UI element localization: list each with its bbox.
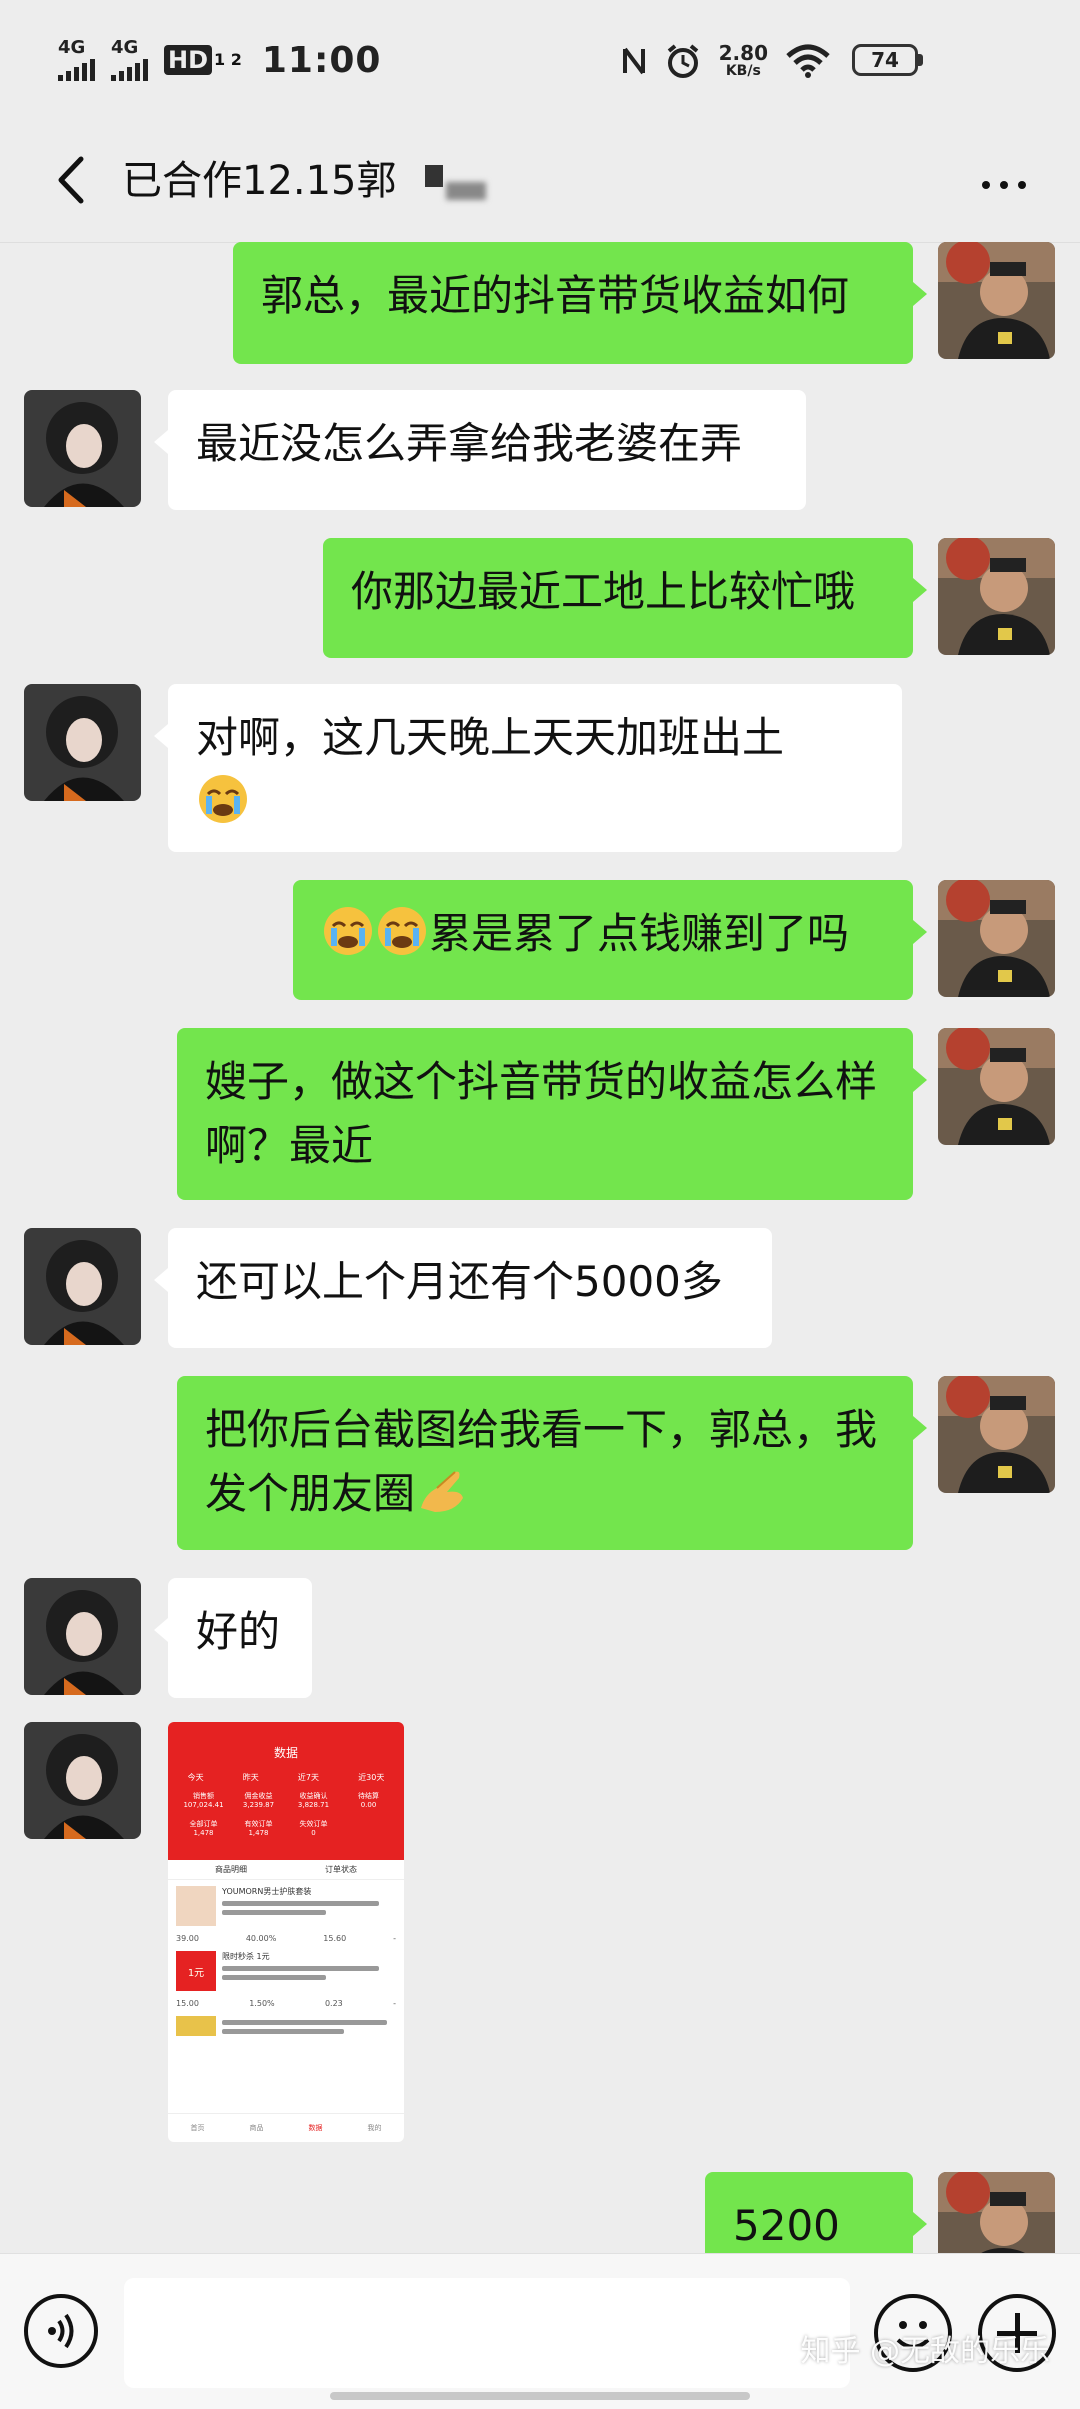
more-options-button[interactable] [964,160,1044,210]
back-button[interactable] [40,145,100,215]
message-text: 把你后台截图给我看一下，郭总，我发个朋友圈 [205,1405,878,1518]
screenshot-nav: 首页 商品 数据 我的 [168,2113,404,2142]
chat-title: 已合作12.15郭 [122,158,397,204]
message-input[interactable] [124,2278,850,2388]
status-bar: 4G 4G HD 1 2 11:00 2.80 KB/s 74 [0,0,1080,120]
avatar-contact[interactable] [24,1722,141,1839]
message-bubble-received[interactable]: 好的 [154,1578,312,1698]
image-message-screenshot[interactable]: 数据 今天 昨天 近7天 近30天 销售额 107,024.41 佣金收益 3,23… [168,1722,404,2142]
redacted-name-mark [425,165,443,187]
nfc-icon [622,47,645,75]
signal-sim2-icon: 4G [111,39,148,81]
chat-header: 已合作12.15郭 [0,120,1080,243]
message-bubble-sent[interactable]: 嫂子，做这个抖音带货的收益怎么样啊？最近 [177,1028,927,1200]
battery-level: 74 [857,48,913,72]
message-bubble-sent[interactable]: 郭总，最近的抖音带货收益如何 [233,242,927,364]
back-arrow-icon [58,156,84,204]
screenshot-header: 数据 今天 昨天 近7天 近30天 销售额 107,024.41 佣金收益 3,23… [168,1722,404,1860]
avatar-self[interactable] [938,1028,1055,1145]
stat-cell: 全部订单 1,478 [189,1820,218,1837]
avatar-self[interactable] [938,538,1055,655]
screenshot-list-tab: 商品明细 [215,1865,247,1874]
loudly-crying-emoji [324,907,372,955]
screenshot-tab: 近7天 [297,1773,320,1782]
message-text: 5200 [733,2201,840,2250]
message-bubble-received[interactable]: 对啊，这几天晚上天天加班出土 [154,684,902,852]
network-speed: 2.80 KB/s [718,41,768,79]
message-bubble-sent[interactable]: 你那边最近工地上比较忙哦 [323,538,927,658]
screenshot-tab: 今天 [187,1773,204,1782]
message-text: 嫂子，做这个抖音带货的收益怎么样啊？最近 [205,1057,878,1170]
message-bubble-sent[interactable]: 累是累了点钱赚到了吗 [293,880,927,1000]
message-bubble-received[interactable]: 最近没怎么弄拿给我老婆在弄 [154,390,806,510]
avatar-self[interactable] [938,242,1055,359]
stat-cell: 待结算 0.00 [358,1792,379,1809]
screenshot-title: 数据 [273,1746,298,1760]
redacted-name-blur [446,182,486,200]
avatar-contact[interactable] [24,684,141,801]
battery-icon: 74 [852,44,923,76]
message-text: 你那边最近工地上比较忙哦 [351,567,856,616]
message-text: 对啊，这几天晚上天天加班出土 [196,713,785,762]
message-text: 还可以上个月还有个5000多 [196,1257,723,1306]
avatar-contact[interactable] [24,1228,141,1345]
message-text: 好的 [196,1607,281,1656]
screenshot-tab: 近30天 [358,1773,385,1782]
stat-cell: 佣金收益 3,239.87 [242,1792,275,1809]
stat-cell: 有效订单 1,478 [244,1820,273,1837]
more-icon [982,181,990,189]
alarm-icon [667,44,698,78]
avatar-self[interactable] [938,1376,1055,1493]
watermark: 知乎 @无敌的乐乐 [800,2334,1050,2369]
signal-sim1-icon: 4G [58,39,95,81]
hd-voice-icon: HD 1 2 [164,45,242,75]
stat-cell: 失效订单 0 [299,1820,328,1837]
screenshot-product: YOUMORN男士护肤套装 [168,1880,404,1932]
screenshot-product: 1元 限时秒杀 1元 [168,1945,404,1997]
loudly-crying-emoji [199,775,247,823]
message-bubble-received[interactable]: 还可以上个月还有个5000多 [154,1228,772,1348]
message-text: 郭总，最近的抖音带货收益如何 [261,271,850,320]
avatar-self[interactable] [938,880,1055,997]
wifi-icon [786,44,830,78]
loudly-crying-emoji [378,907,426,955]
voice-button[interactable] [24,2294,98,2368]
message-bubble-sent[interactable]: 把你后台截图给我看一下，郭总，我发个朋友圈 [177,1376,927,1550]
stat-cell: 销售额 107,024.41 [183,1792,224,1809]
status-time: 11:00 [261,39,382,81]
pinching-hand-emoji [421,1471,464,1512]
stat-cell: 收益确认 3,828.71 [297,1792,330,1809]
voice-icon [48,2313,74,2349]
message-text: 最近没怎么弄拿给我老婆在弄 [196,419,743,468]
avatar-contact[interactable] [24,1578,141,1695]
screenshot-list-tab: 订单状态 [325,1865,357,1874]
message-text: 累是累了点钱赚到了吗 [429,909,850,958]
home-indicator[interactable] [330,2392,750,2400]
screenshot-tab: 昨天 [242,1773,259,1782]
avatar-contact[interactable] [24,390,141,507]
